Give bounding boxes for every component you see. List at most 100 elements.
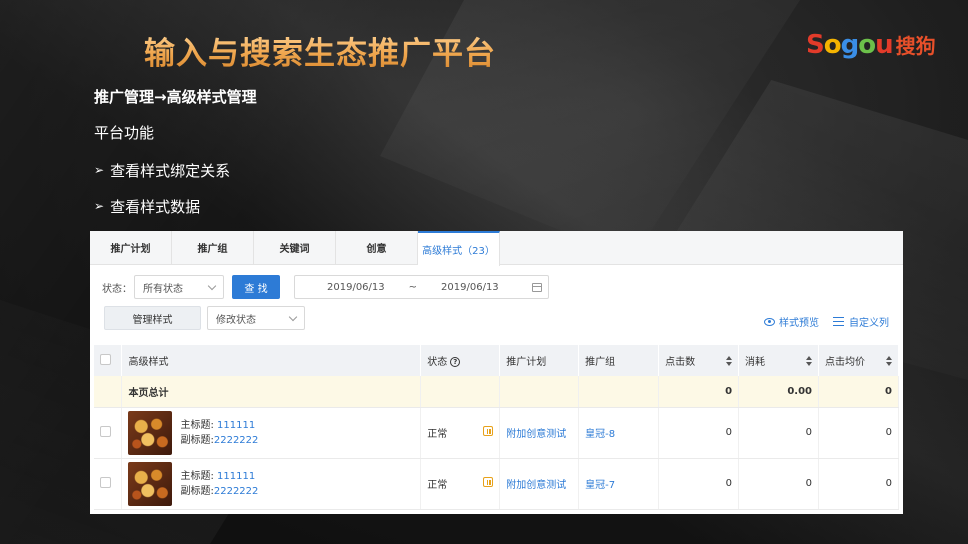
header-status-label: 状态	[427, 357, 448, 368]
total-cost: 0.00	[738, 376, 819, 408]
status-cell: 正常	[420, 407, 501, 459]
pause-icon[interactable]	[483, 477, 494, 487]
total-empty-cell	[94, 376, 123, 408]
main-title: 主标题: 111111	[180, 469, 258, 484]
header-clicks-label: 点击数	[665, 357, 696, 368]
group-link[interactable]: 皇冠-8	[585, 429, 615, 440]
group-link[interactable]: 皇冠-7	[585, 480, 615, 491]
sub-title-label: 副标题:	[180, 434, 214, 446]
plan-cell: 附加创意测试	[499, 458, 580, 510]
date-separator: ~	[408, 281, 418, 293]
sogou-logo: Sogou 搜狗	[806, 30, 936, 66]
calendar-icon	[531, 282, 542, 292]
style-thumbnail[interactable]	[128, 410, 173, 455]
header-cost-label: 消耗	[745, 357, 766, 368]
date-start: 2019/06/13	[327, 281, 385, 293]
manage-styles-button[interactable]: 管理样式	[104, 306, 201, 330]
bullet-item: ➢ 查看样式绑定关系	[94, 158, 257, 182]
bullet-item: ➢ 查看样式数据	[94, 194, 257, 218]
advanced-style-panel: 推广计划 推广组 关键词 创意 高级样式（23） 状态： 所有状态 查 找 20…	[90, 231, 903, 514]
status-filter-value: 所有状态	[143, 283, 183, 295]
bullet-item-text: 查看样式数据	[110, 197, 201, 216]
cpc-cell: 0	[818, 407, 899, 459]
panel-links: 样式预览 自定义列	[764, 314, 889, 329]
plan-cell: 附加创意测试	[499, 407, 580, 459]
custom-columns-link[interactable]: 自定义列	[849, 314, 889, 329]
tab-advanced-styles[interactable]: 高级样式（23）	[418, 231, 500, 266]
total-cpc: 0	[818, 376, 899, 408]
list-icon	[833, 317, 844, 326]
sort-icon[interactable]	[806, 356, 812, 366]
header-plan: 推广计划	[499, 345, 580, 376]
date-end: 2019/06/13	[441, 281, 499, 293]
total-empty-cell	[499, 376, 580, 408]
status-text: 正常	[427, 480, 448, 491]
group-cell: 皇冠-8	[578, 407, 660, 459]
slide-bullets: 推广管理→高级样式管理 平台功能 ➢ 查看样式绑定关系 ➢ 查看样式数据	[94, 86, 257, 218]
sub-title-link[interactable]: 2222222	[214, 435, 259, 446]
clicks-cell: 0	[658, 458, 740, 510]
table-row: 主标题: 111111 副标题:2222222 正常 附加创意测试 皇冠-8 0…	[94, 407, 899, 459]
style-preview-link[interactable]: 样式预览	[779, 314, 819, 329]
sub-title-label: 副标题:	[180, 485, 214, 497]
arrow-bullet-icon: ➢	[94, 199, 105, 213]
group-cell: 皇冠-7	[578, 458, 660, 510]
tab-creatives[interactable]: 创意	[336, 231, 418, 264]
plan-link[interactable]: 附加创意测试	[506, 480, 566, 491]
style-thumbnail[interactable]	[128, 461, 173, 506]
status-text: 正常	[427, 429, 448, 440]
tab-ad-groups[interactable]: 推广组	[172, 231, 254, 264]
row-select-cell	[94, 458, 123, 510]
header-group: 推广组	[578, 345, 660, 376]
main-title-link[interactable]: 111111	[217, 420, 255, 431]
advanced-style-table: 高级样式 状态? 推广计划 推广组 点击数 消耗 点击均价 本页总计 0 0.0…	[94, 345, 899, 510]
status-filter-label: 状态：	[102, 283, 132, 295]
header-cost[interactable]: 消耗	[738, 345, 819, 376]
row-checkbox[interactable]	[100, 476, 111, 488]
select-all-checkbox[interactable]	[100, 353, 111, 365]
sub-title-link[interactable]: 2222222	[214, 486, 259, 497]
total-clicks: 0	[658, 376, 740, 408]
main-title-label: 主标题:	[180, 419, 218, 431]
plan-link[interactable]: 附加创意测试	[506, 429, 566, 440]
cpc-cell: 0	[818, 458, 899, 510]
row-checkbox[interactable]	[100, 425, 111, 437]
header-cpc-label: 点击均价	[825, 357, 865, 368]
tab-campaigns[interactable]: 推广计划	[90, 231, 172, 264]
modify-status-select[interactable]: 修改状态	[207, 306, 305, 330]
total-empty-cell	[578, 376, 660, 408]
logo-cn-text: 搜狗	[895, 34, 936, 58]
status-cell: 正常	[420, 458, 501, 510]
chevron-down-icon	[288, 312, 298, 321]
date-range-picker[interactable]: 2019/06/13 ~ 2019/06/13	[294, 275, 549, 299]
total-label: 本页总计	[121, 376, 422, 408]
bullet-subheading: 平台功能	[94, 124, 155, 142]
header-cpc[interactable]: 点击均价	[818, 345, 899, 376]
sort-icon[interactable]	[726, 356, 733, 366]
header-status: 状态?	[420, 345, 501, 376]
chevron-down-icon	[207, 281, 217, 290]
cost-cell: 0	[738, 458, 819, 510]
header-clicks[interactable]: 点击数	[658, 345, 740, 376]
pause-icon[interactable]	[483, 426, 494, 436]
bullet-item-text: 查看样式绑定关系	[110, 161, 231, 180]
header-select-all	[94, 345, 123, 376]
help-icon[interactable]: ?	[450, 357, 461, 367]
tab-bar: 推广计划 推广组 关键词 创意 高级样式（23）	[90, 231, 903, 266]
bullet-heading: 推广管理→高级样式管理	[94, 88, 257, 106]
main-title-link[interactable]: 111111	[217, 471, 255, 482]
sort-icon[interactable]	[886, 356, 892, 366]
ad-style-cell: 主标题: 111111 副标题:2222222	[121, 407, 422, 459]
modify-status-value: 修改状态	[216, 314, 256, 326]
main-title: 主标题: 111111	[180, 418, 258, 433]
clicks-cell: 0	[658, 407, 740, 459]
cost-cell: 0	[738, 407, 819, 459]
status-filter-select[interactable]: 所有状态	[134, 275, 224, 299]
search-button[interactable]: 查 找	[232, 275, 280, 299]
tab-keywords[interactable]: 关键词	[254, 231, 336, 264]
action-bar: 管理样式 修改状态	[104, 306, 305, 330]
filter-bar: 状态： 所有状态 查 找 2019/06/13 ~ 2019/06/13	[102, 275, 549, 299]
main-title-label: 主标题:	[180, 470, 218, 482]
header-advanced-style: 高级样式	[121, 345, 422, 376]
sub-title: 副标题:2222222	[180, 484, 258, 499]
